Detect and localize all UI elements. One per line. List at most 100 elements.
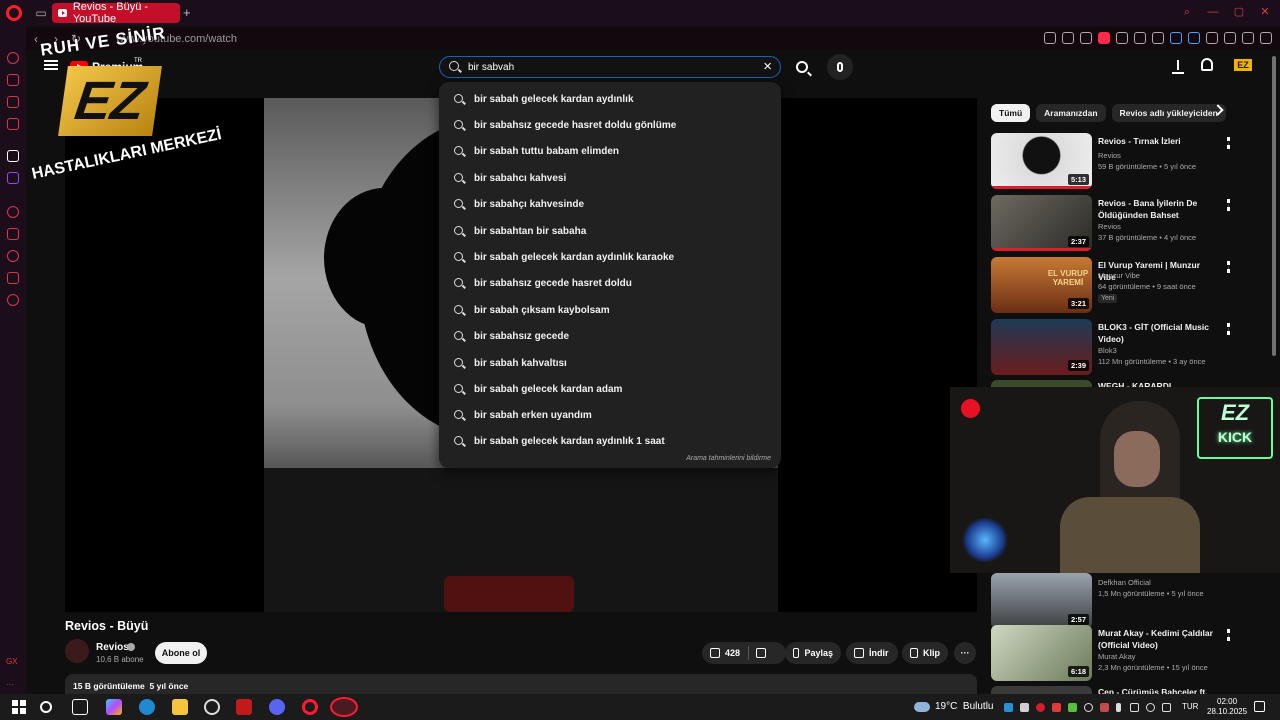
gx-icon[interactable]: GX: [6, 657, 18, 666]
recommendation-item[interactable]: 2:37 Revios - Bana İyilerin De Öldüğünde…: [991, 195, 1236, 251]
channel-avatar[interactable]: [65, 639, 89, 663]
suggestion-item[interactable]: bir sabahtan bir sabaha: [439, 219, 781, 245]
recommendation-item[interactable]: 2:57 Defkhan Official 1,5 Mn görüntüleme…: [991, 573, 1236, 629]
player-sidebar-icon[interactable]: [7, 206, 19, 218]
gamepad-icon[interactable]: ▭: [34, 6, 48, 20]
clear-search-icon[interactable]: ×: [763, 59, 772, 75]
tray-app-icon[interactable]: [1036, 703, 1045, 712]
send-sidebar-icon[interactable]: [7, 272, 19, 284]
twitch-icon[interactable]: [7, 172, 19, 184]
chip-from-uploader[interactable]: Revios adlı yükleyiciden: [1111, 104, 1226, 122]
player-icon[interactable]: [1170, 32, 1182, 44]
new-tab-button[interactable]: +: [183, 5, 191, 20]
windows-start-icon[interactable]: [12, 700, 26, 714]
search-box[interactable]: ×: [439, 56, 781, 78]
suggestion-item[interactable]: bir sabahsız gecede hasret doldu: [439, 271, 781, 297]
description-box[interactable]: 15 B görüntüleme 5 yıl önce: [65, 674, 977, 694]
extensions-icon[interactable]: [1206, 32, 1218, 44]
more-vertical-icon[interactable]: [1227, 629, 1230, 641]
input-language[interactable]: TUR: [1182, 702, 1198, 711]
snapshot-icon[interactable]: [1080, 32, 1092, 44]
suggestion-item[interactable]: bir sabah tuttu babam elimden: [439, 139, 781, 165]
minimize-icon[interactable]: —: [1206, 5, 1220, 19]
volume-icon[interactable]: [1162, 703, 1171, 712]
tab-youtube[interactable]: Revios - Büyü - YouTube: [52, 1, 180, 25]
copilot-icon[interactable]: [106, 699, 122, 715]
search-taskbar-icon[interactable]: [40, 701, 52, 713]
zoom-icon[interactable]: [1044, 32, 1056, 44]
discord-icon[interactable]: [269, 699, 285, 715]
share-button[interactable]: Paylaş: [785, 642, 841, 664]
recommendation-item[interactable]: Cen - Çürümüş Bahçeler ft.: [991, 686, 1236, 694]
bookmark-icon[interactable]: [1116, 32, 1128, 44]
tray-app-icon[interactable]: [1084, 703, 1093, 712]
tray-app-icon[interactable]: [1068, 703, 1077, 712]
opera-logo-icon[interactable]: [6, 5, 22, 21]
tray-app-icon[interactable]: [1100, 703, 1109, 712]
suggestion-item[interactable]: bir sabah gelecek kardan adam: [439, 377, 781, 403]
aria-icon[interactable]: [7, 52, 19, 64]
microphone-tray-icon[interactable]: [1116, 703, 1121, 712]
pinboard-icon[interactable]: [7, 228, 19, 240]
bag-icon[interactable]: [7, 74, 19, 86]
create-upload-icon[interactable]: [1171, 58, 1185, 74]
send-icon[interactable]: [1134, 32, 1146, 44]
obs-icon[interactable]: [204, 699, 220, 715]
shield-icon[interactable]: [1098, 32, 1110, 44]
tray-app-icon[interactable]: [1004, 703, 1013, 712]
cloud-icon[interactable]: [914, 702, 930, 712]
notifications-bell-icon[interactable]: [1201, 58, 1213, 71]
translate-icon[interactable]: [1188, 32, 1200, 44]
messenger-icon[interactable]: [7, 118, 19, 130]
close-window-icon[interactable]: ✕: [1258, 5, 1272, 19]
tray-app-icon[interactable]: [1052, 703, 1061, 712]
suggestion-item[interactable]: bir sabah kahvaltısı: [439, 351, 781, 377]
settings-icon[interactable]: [7, 294, 19, 306]
download-icon[interactable]: [1242, 32, 1254, 44]
download-button[interactable]: İndir: [846, 642, 898, 664]
chip-from-search[interactable]: Aramanızdan: [1036, 104, 1106, 122]
thumbs-down-icon[interactable]: [756, 648, 766, 658]
recommendation-item[interactable]: EL VURUP YAREMİ 3:21 El Vurup Yaremi | M…: [991, 257, 1236, 313]
voicemeeter-icon[interactable]: [236, 699, 252, 715]
edge-icon[interactable]: [139, 699, 155, 715]
suggestion-item[interactable]: bir sabah gelecek kardan aydınlık 1 saat: [439, 429, 781, 455]
chip-all[interactable]: Tümü: [991, 104, 1031, 122]
instagram-icon[interactable]: [7, 96, 19, 108]
report-predictions-link[interactable]: Arama tahminlerini bildirme: [686, 455, 771, 462]
suggestion-item[interactable]: bir sabahçı kahvesinde: [439, 192, 781, 218]
more-vertical-icon[interactable]: [1227, 137, 1230, 149]
more-vertical-icon[interactable]: [1227, 323, 1230, 335]
search-input[interactable]: [468, 60, 748, 75]
suggestion-item[interactable]: bir sabah gelecek kardan aydınlık karaok…: [439, 245, 781, 271]
pin-icon[interactable]: [1062, 32, 1074, 44]
menu-icon[interactable]: [1260, 32, 1272, 44]
heart-icon[interactable]: [1152, 32, 1164, 44]
notification-icon[interactable]: [1254, 701, 1265, 712]
suggestion-item[interactable]: bir sabah erken uyandım: [439, 403, 781, 429]
opera-gx-taskbar-icon[interactable]: [330, 697, 358, 717]
suggestion-item[interactable]: bir sabah çıksam kaybolsam: [439, 298, 781, 324]
suggestion-item[interactable]: bir sabah gelecek kardan aydınlık: [439, 87, 781, 113]
recommendation-item[interactable]: 2:39 BLOK3 - GİT (Official Music Video) …: [991, 319, 1236, 375]
subscribe-button[interactable]: Abone ol: [155, 642, 207, 664]
recommendation-item[interactable]: 6:18 Murat Akay - Kedimi Çaldılar (Offic…: [991, 625, 1236, 681]
kick-icon[interactable]: [7, 150, 19, 162]
suggestion-item[interactable]: bir sabahcı kahvesi: [439, 166, 781, 192]
weather-widget[interactable]: 19°C Bulutlu: [935, 701, 993, 712]
clip-button[interactable]: Klip: [902, 642, 948, 664]
sync-icon[interactable]: [1224, 32, 1236, 44]
more-sidebar-icon[interactable]: ···: [6, 680, 14, 689]
more-vertical-icon[interactable]: [1227, 199, 1230, 211]
history-icon[interactable]: [7, 250, 19, 262]
suggestion-item[interactable]: bir sabahsız gecede: [439, 324, 781, 350]
voice-search-button[interactable]: [827, 54, 853, 80]
more-vertical-icon[interactable]: [1227, 261, 1230, 273]
recommendation-item[interactable]: 5:13 Revios - Tırnak İzleri Revios 59 B …: [991, 133, 1236, 189]
search-button[interactable]: [787, 56, 817, 78]
suggestion-item[interactable]: bir sabahsız gecede hasret doldu gönlüme: [439, 113, 781, 139]
opera-taskbar-icon[interactable]: [302, 699, 318, 715]
tray-app-icon[interactable]: [1130, 703, 1139, 712]
account-avatar[interactable]: EZ: [1234, 59, 1252, 71]
page-scrollbar[interactable]: [1272, 56, 1276, 356]
